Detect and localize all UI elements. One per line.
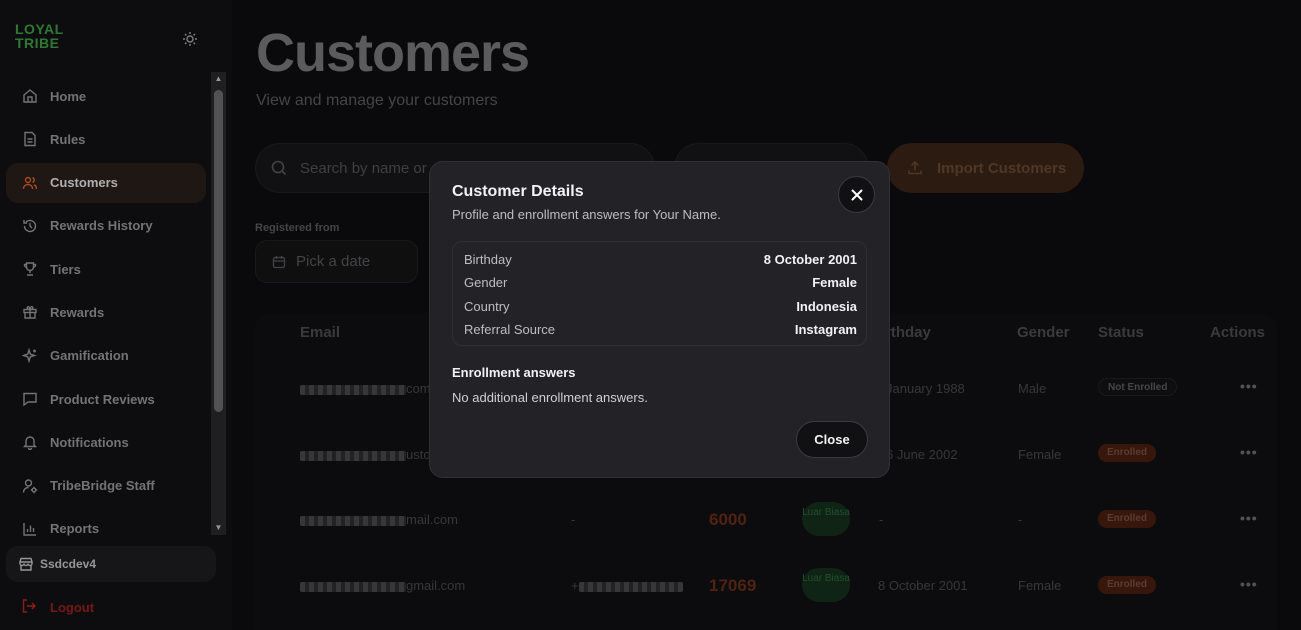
detail-row-birthday: Birthday 8 October 2001 — [464, 252, 857, 267]
customer-details-card: Birthday 8 October 2001 Gender Female Co… — [452, 241, 867, 346]
close-icon[interactable] — [838, 176, 875, 213]
dialog-title: Customer Details — [452, 183, 584, 200]
detail-value: Instagram — [794, 322, 857, 337]
detail-row-referral-source: Referral Source Instagram — [464, 322, 857, 337]
detail-label: Gender — [464, 275, 508, 290]
enrollment-answers-heading: Enrollment answers — [452, 365, 576, 380]
detail-value: 8 October 2001 — [763, 252, 857, 267]
detail-label: Referral Source — [464, 322, 556, 337]
app-root: LOYAL TRIBE Home Rules Customers Rewards… — [0, 0, 1301, 630]
detail-value: Indonesia — [796, 299, 857, 314]
detail-row-country: Country Indonesia — [464, 299, 857, 314]
detail-row-gender: Gender Female — [464, 275, 857, 290]
dialog-description: Profile and enrollment answers for Your … — [452, 207, 721, 222]
detail-value: Female — [812, 275, 857, 290]
close-button[interactable]: Close — [796, 421, 868, 458]
customer-details-dialog: Customer Details Profile and enrollment … — [429, 161, 890, 478]
detail-label: Birthday — [464, 252, 512, 267]
detail-label: Country — [464, 299, 510, 314]
enrollment-answers-text: No additional enrollment answers. — [452, 390, 648, 405]
